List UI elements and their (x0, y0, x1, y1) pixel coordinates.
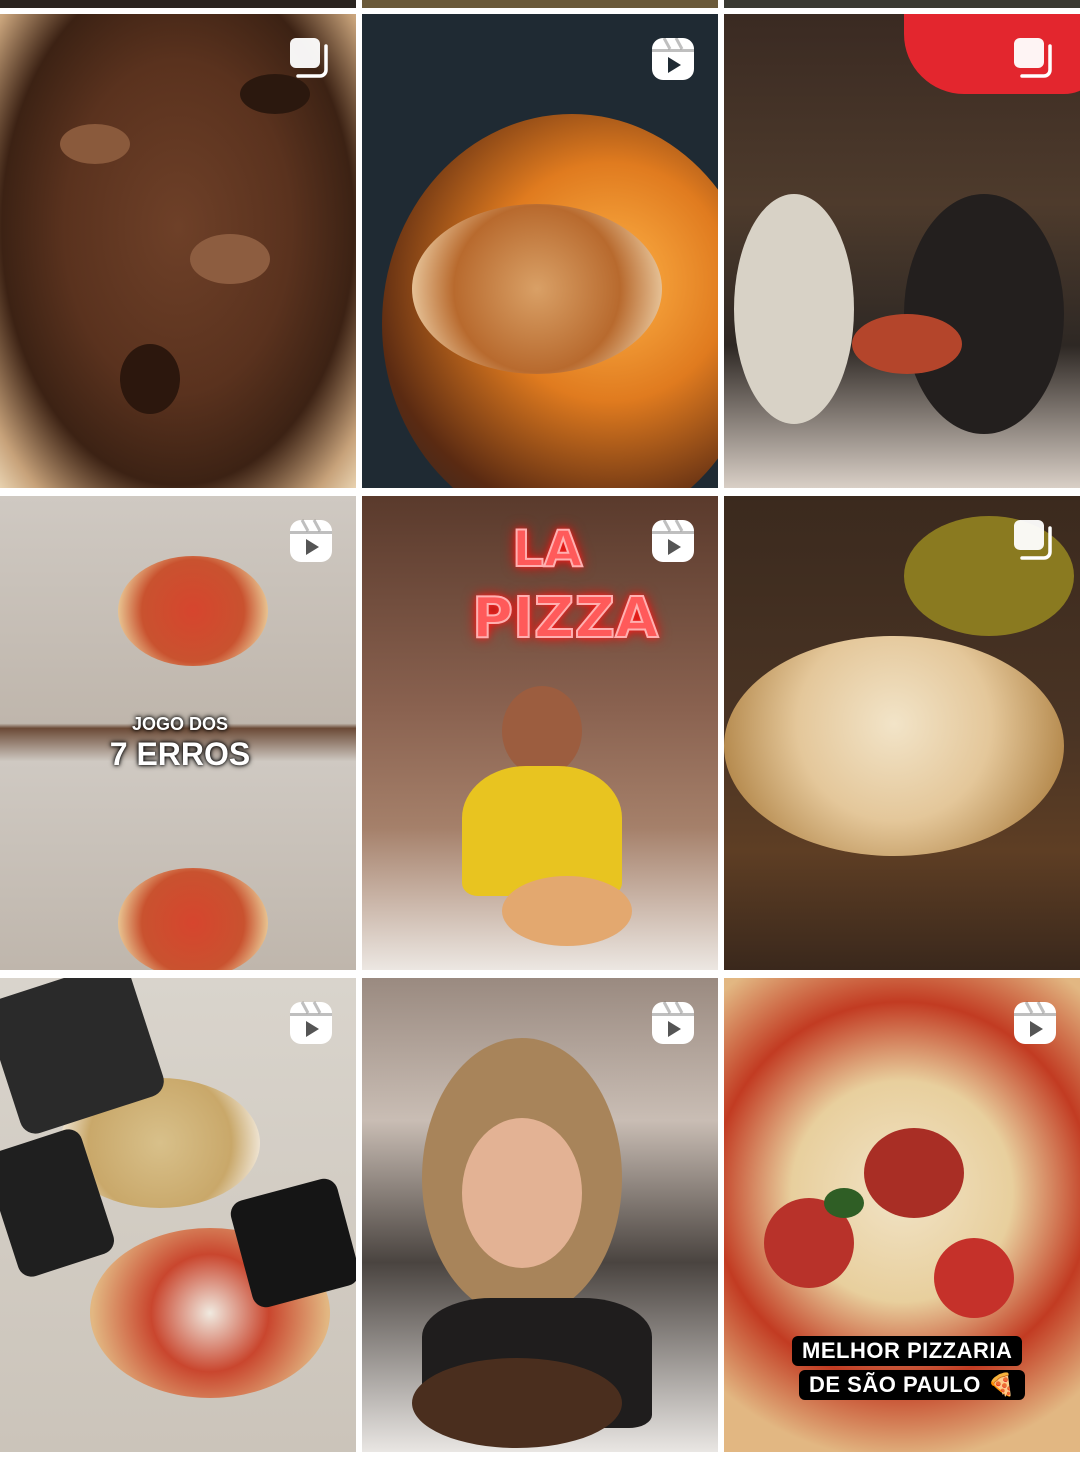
post-caption-line-1: MELHOR PIZZARIA (792, 1336, 1023, 1366)
post-tile-best-pizzeria[interactable]: MELHOR PIZZARIA DE SÃO PAULO 🍕 (724, 978, 1080, 1452)
post-tile-phones-pizza[interactable] (0, 978, 356, 1452)
post-tile-partial-2[interactable] (362, 0, 718, 8)
post-tile-woman-eating[interactable] (362, 978, 718, 1452)
reels-icon (1012, 1000, 1058, 1046)
reels-icon (650, 36, 696, 82)
carousel-icon (1012, 36, 1058, 82)
reels-icon (288, 1000, 334, 1046)
post-tile-family-photo[interactable] (724, 14, 1080, 488)
neon-sign-line-1: LA (511, 519, 584, 579)
reels-icon (650, 518, 696, 564)
neon-sign-line-2: PIZZA (471, 585, 659, 652)
post-tile-neon-sign[interactable]: LA PIZZA (362, 496, 718, 970)
post-caption-line-2: DE SÃO PAULO 🍕 (799, 1370, 1026, 1400)
post-tile-calzone[interactable] (724, 496, 1080, 970)
post-tile-partial-1[interactable] (0, 0, 356, 8)
post-caption-line-1: JOGO DOS (131, 714, 229, 734)
post-tile-oven-pizza[interactable] (362, 14, 718, 488)
reels-icon (650, 1000, 696, 1046)
post-tile-spot-the-difference[interactable]: JOGO DOS 7 ERROS (0, 496, 356, 970)
post-caption-line-2: 7 ERROS (109, 736, 251, 772)
post-tile-partial-3[interactable] (724, 0, 1080, 8)
profile-posts-grid: JOGO DOS 7 ERROS LA PIZZA MELHOR PIZZARI… (0, 0, 1080, 1462)
post-tile-chocolate-pizza[interactable] (0, 14, 356, 488)
reels-icon (288, 518, 334, 564)
carousel-icon (288, 36, 334, 82)
carousel-icon (1012, 518, 1058, 564)
